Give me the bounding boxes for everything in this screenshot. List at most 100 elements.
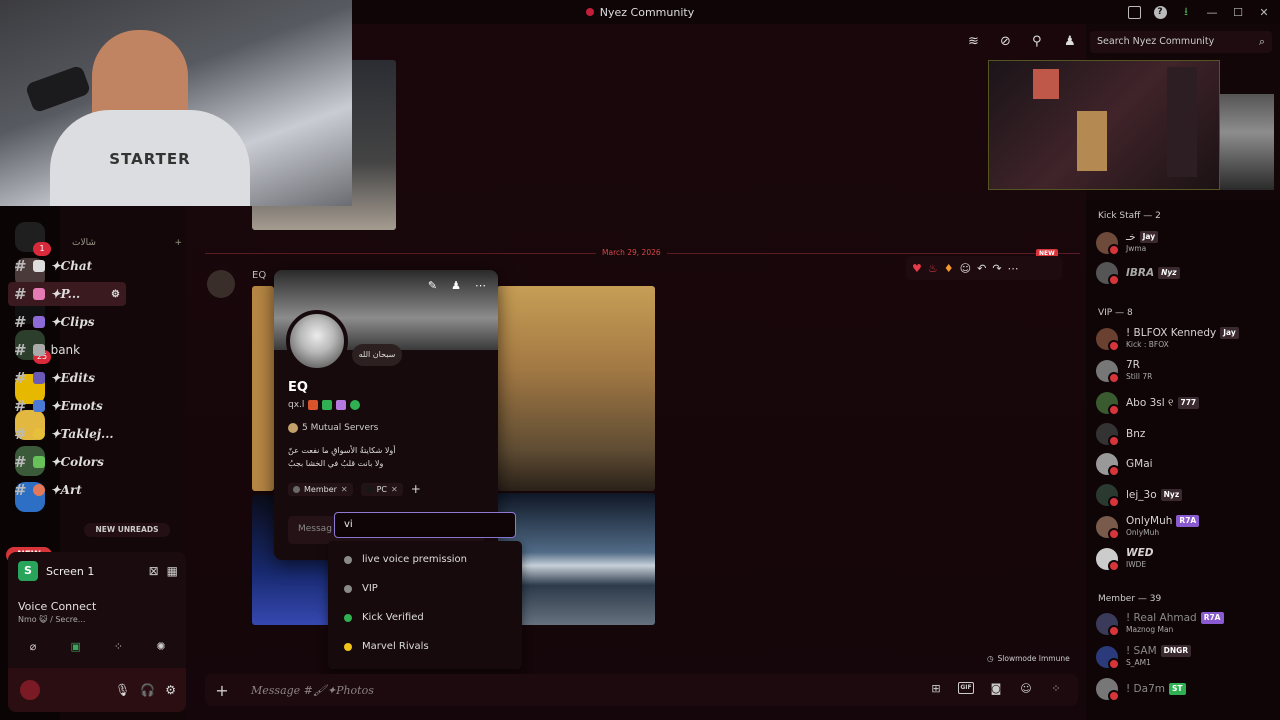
member-item[interactable]: OnlyMuh R7A OnlyMuh	[1096, 512, 1276, 542]
soundboard-icon[interactable]: ✺	[150, 640, 172, 658]
pencil-emoji-icon	[32, 400, 45, 412]
badge-icon	[322, 400, 333, 410]
emoji-icon[interactable]: ☺	[1018, 682, 1034, 698]
channel-chat[interactable]: # ✦Chat	[8, 254, 126, 278]
reaction-icon[interactable]: ♨	[928, 262, 938, 275]
gif-icon[interactable]: GIF	[958, 682, 974, 694]
channel-edits[interactable]: # ✦Edits	[8, 366, 126, 390]
message-image[interactable]	[252, 286, 274, 491]
add-role-icon[interactable]: +	[411, 482, 421, 496]
channel-label: ✦Emots	[50, 399, 103, 413]
add-attachment-icon[interactable]: +	[205, 681, 239, 700]
remove-role-icon[interactable]: ✕	[341, 485, 348, 494]
add-reaction-icon[interactable]: ☺	[960, 262, 971, 275]
add-channel-icon[interactable]: +	[174, 238, 182, 248]
headphones-icon[interactable]: 🎧	[140, 683, 155, 697]
member-item[interactable]: GMai	[1096, 449, 1276, 479]
avatar[interactable]	[18, 678, 42, 702]
profile-bio: أولا شكايتةُ الأسواقِ ما نفعت عنّ ولا با…	[288, 444, 488, 470]
member-item[interactable]: Bnz	[1096, 419, 1276, 449]
window-title-text: Nyez Community	[599, 5, 695, 19]
add-friend-icon[interactable]: ♟	[451, 279, 461, 292]
member-item[interactable]: lej_3o Nyz	[1096, 480, 1276, 510]
message-composer[interactable]: + Message #🖌✦Photos ⊞ GIF ◙ ☺ ⁘	[205, 674, 1078, 706]
channel-art[interactable]: # ✦Art	[8, 478, 126, 502]
new-unreads-button[interactable]: NEW UNREADS	[84, 523, 170, 537]
channel-photos[interactable]: # ✦P... ⚙	[8, 282, 126, 306]
role-color-dot	[365, 485, 373, 493]
role-chip[interactable]: PC ✕	[360, 482, 403, 496]
screen-share-icon[interactable]: ▣	[65, 640, 87, 658]
threads-icon[interactable]: ≋	[968, 34, 984, 50]
server-icon	[288, 423, 298, 433]
camera-off-icon[interactable]: ⌀	[22, 640, 44, 658]
download-icon[interactable]: ⭳	[1176, 3, 1196, 21]
avatar[interactable]	[286, 310, 348, 372]
role-name: Member	[304, 484, 337, 494]
role-color-dot	[344, 584, 352, 593]
channel-clips[interactable]: # ✦Clips	[8, 310, 126, 334]
remove-role-icon[interactable]: ✕	[391, 485, 398, 494]
pin-icon[interactable]: ⚲	[1032, 34, 1048, 50]
stream-preview	[988, 60, 1220, 190]
close-button[interactable]: ✕	[1254, 3, 1274, 21]
preview-image	[1033, 69, 1059, 99]
role-option[interactable]: Kick Verified	[328, 603, 522, 632]
channel-emots[interactable]: # ✦Emots	[8, 394, 126, 418]
member-item[interactable]: ! Real Ahmad R7A Maznog Man	[1096, 609, 1276, 639]
member-item[interactable]: ! BLFOX Kennedy Jay Kick : BFOX	[1096, 324, 1276, 354]
more-icon[interactable]: ⋯	[475, 279, 486, 292]
role-option[interactable]: live voice premission	[328, 545, 522, 574]
activities-icon[interactable]: ⁘	[107, 640, 129, 658]
apps-icon[interactable]: ⁘	[1048, 682, 1064, 698]
avatar[interactable]	[207, 270, 235, 298]
voice-connected-label: Voice Connect	[18, 600, 97, 613]
minimize-button[interactable]: —	[1202, 3, 1222, 21]
role-option[interactable]: Marvel Rivals	[328, 632, 522, 661]
gift-icon[interactable]: ⊞	[928, 682, 944, 698]
edit-icon[interactable]: ✎	[428, 279, 437, 292]
role-option[interactable]: VIP	[328, 574, 522, 603]
stop-stream-icon[interactable]: ⊠	[149, 564, 159, 578]
sticker-icon[interactable]: ◙	[988, 682, 1004, 698]
maximize-button[interactable]: ☐	[1228, 3, 1248, 21]
more-icon[interactable]: ⋯	[1008, 262, 1019, 275]
message-author[interactable]: EQ	[252, 270, 266, 281]
mic-icon[interactable]: 🎙	[115, 683, 130, 697]
member-item[interactable]: ! Da7m ST	[1096, 674, 1276, 704]
voice-status[interactable]: Voice Connect Nmo 😺 / Secre...	[18, 600, 178, 624]
role-chip[interactable]: Member ✕	[288, 482, 353, 496]
message-image[interactable]	[497, 286, 655, 491]
channel-taklejat[interactable]: # ✦Taklej...	[8, 422, 126, 446]
member-item[interactable]: ! SAM DNGR S_AM1	[1096, 642, 1276, 672]
member-item[interactable]: IBRA Nyz	[1096, 258, 1276, 288]
member-item[interactable]: خـ Jay Jwma	[1096, 228, 1276, 258]
channel-colors[interactable]: # ✦Colors	[8, 450, 126, 474]
mutual-servers[interactable]: 5 Mutual Servers	[288, 423, 378, 433]
role-menu: live voice premission VIP Kick Verified …	[328, 541, 522, 669]
member-item[interactable]: Abo 3sl ୧ 777	[1096, 388, 1276, 418]
settings-icon[interactable]: ⚙	[111, 289, 120, 300]
fire-reaction-icon[interactable]: ♦	[944, 262, 954, 275]
member-status: IWDE	[1126, 560, 1147, 569]
role-option-label: VIP	[362, 583, 378, 594]
server-icon[interactable]	[15, 222, 51, 256]
help-icon[interactable]: ?	[1150, 3, 1170, 21]
reply-icon[interactable]: ↶	[977, 262, 986, 275]
member-item[interactable]: 7R Still 7R	[1096, 356, 1276, 386]
popout-icon[interactable]: ▦	[167, 564, 178, 578]
members-icon[interactable]: ♟	[1064, 34, 1080, 50]
mute-icon[interactable]: ⊘	[1000, 34, 1016, 50]
channel-bank[interactable]: # bank	[8, 338, 126, 362]
inbox-icon[interactable]	[1124, 3, 1144, 21]
channel-category[interactable]: شالات +	[72, 238, 182, 248]
heart-reaction-icon[interactable]: ♥	[912, 262, 922, 275]
role-search-input[interactable]: vi	[334, 512, 516, 538]
member-item[interactable]: WED IWDE	[1096, 544, 1276, 574]
gear-icon[interactable]: ⚙	[165, 683, 176, 697]
search-input[interactable]: Search Nyez Community ⌕	[1090, 31, 1272, 53]
forward-icon[interactable]: ↷	[992, 262, 1001, 275]
member-status: Maznog Man	[1126, 625, 1174, 634]
stream-row[interactable]: S Screen 1 ⊠ ▦	[18, 558, 178, 584]
brush-emoji-icon	[32, 288, 45, 300]
